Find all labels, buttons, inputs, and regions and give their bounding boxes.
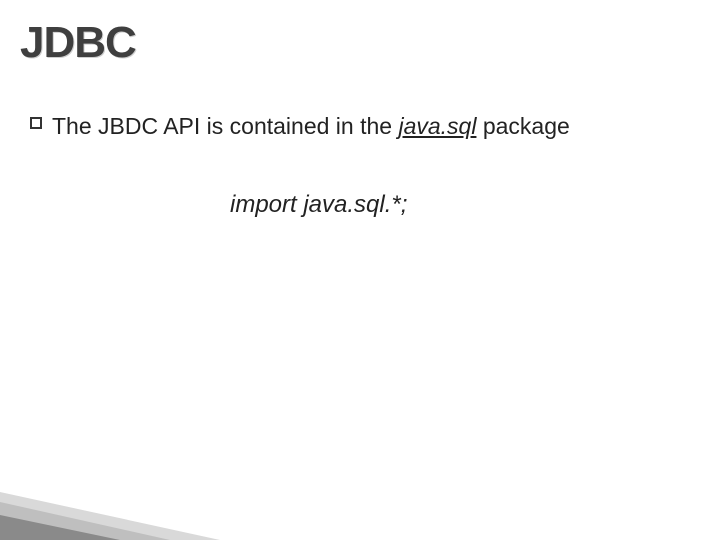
slide-body: The JBDC API is contained in the java.sq… [30,110,700,219]
bullet-text-package: java.sql [398,113,476,139]
slide-title: JDBC [20,18,136,68]
bullet-text-post: package [476,113,569,139]
slide: JDBC The JBDC API is contained in the ja… [0,0,720,540]
bullet-text: The JBDC API is contained in the java.sq… [52,110,570,143]
square-bullet-icon [30,117,42,129]
decorative-wedge-icon [0,470,220,540]
import-statement: import java.sql.*; [30,191,700,219]
bullet-item: The JBDC API is contained in the java.sq… [30,110,700,143]
bullet-text-pre: The JBDC API is contained in the [52,113,398,139]
